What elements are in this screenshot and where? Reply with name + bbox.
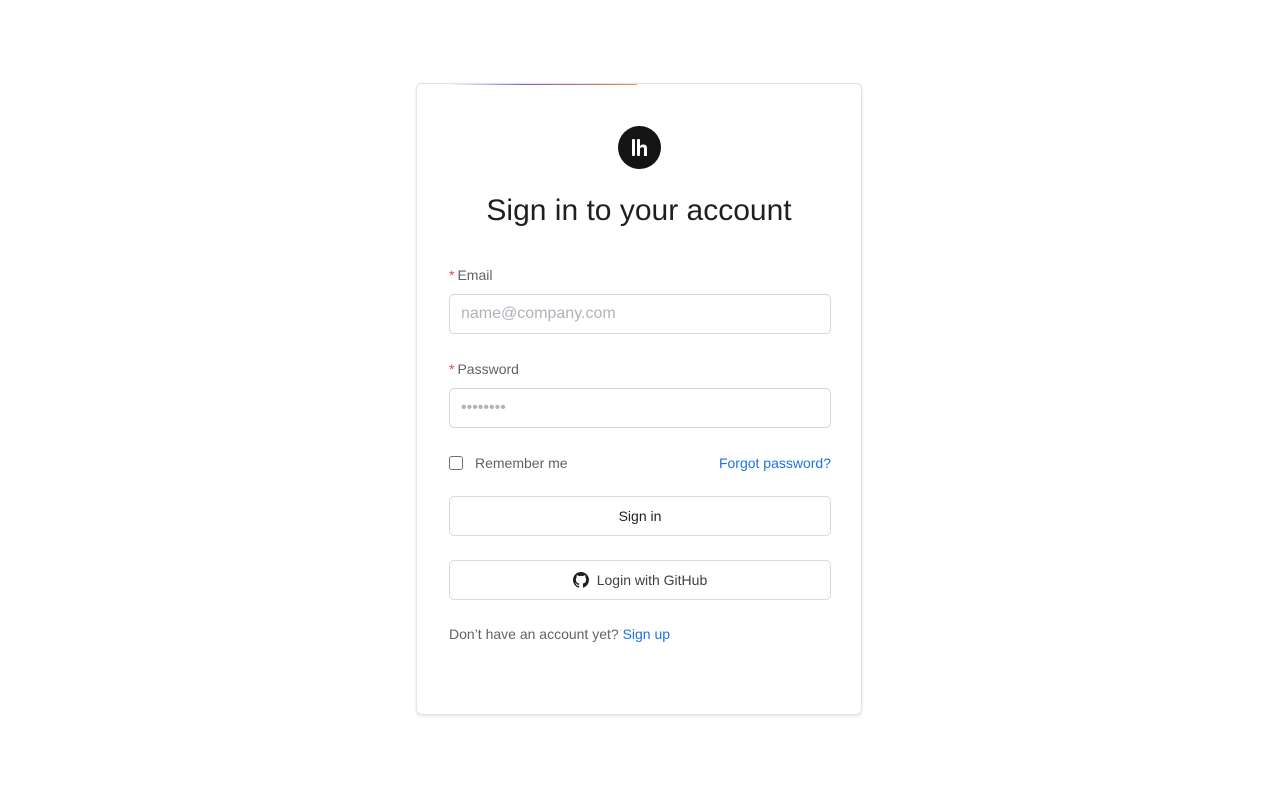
signup-prompt-text: Don’t have an account yet? <box>449 626 619 642</box>
github-icon <box>572 572 589 588</box>
password-field[interactable] <box>449 388 831 428</box>
sign-in-button-label: Sign in <box>618 508 662 524</box>
github-button-label: Login with GitHub <box>596 572 708 588</box>
sign-in-button[interactable]: Sign in <box>449 496 831 536</box>
brand-logo-icon <box>618 126 661 169</box>
page-title: Sign in to your account <box>486 194 792 227</box>
email-label: * Email <box>449 267 492 283</box>
signup-prompt: Don’t have an account yet? Sign up <box>449 626 670 642</box>
card-accent-line <box>447 84 637 85</box>
sign-up-link[interactable]: Sign up <box>623 626 670 642</box>
forgot-password-link[interactable]: Forgot password? <box>719 455 831 471</box>
remember-me-label: Remember me <box>475 455 568 471</box>
sign-in-card: Sign in to your account *Email *Password… <box>416 83 862 715</box>
email-label-text: Email <box>457 267 493 283</box>
email-field[interactable] <box>449 294 831 334</box>
required-mark: * <box>449 267 455 283</box>
password-label-text: Password <box>457 361 519 377</box>
options-row: Remember me Forgot password? <box>449 453 831 473</box>
remember-me[interactable]: Remember me <box>449 455 568 471</box>
remember-me-checkbox[interactable] <box>449 456 463 470</box>
password-label: * Password <box>449 361 519 377</box>
required-mark: * <box>449 361 455 377</box>
github-login-button[interactable]: Login with GitHub <box>449 560 831 600</box>
